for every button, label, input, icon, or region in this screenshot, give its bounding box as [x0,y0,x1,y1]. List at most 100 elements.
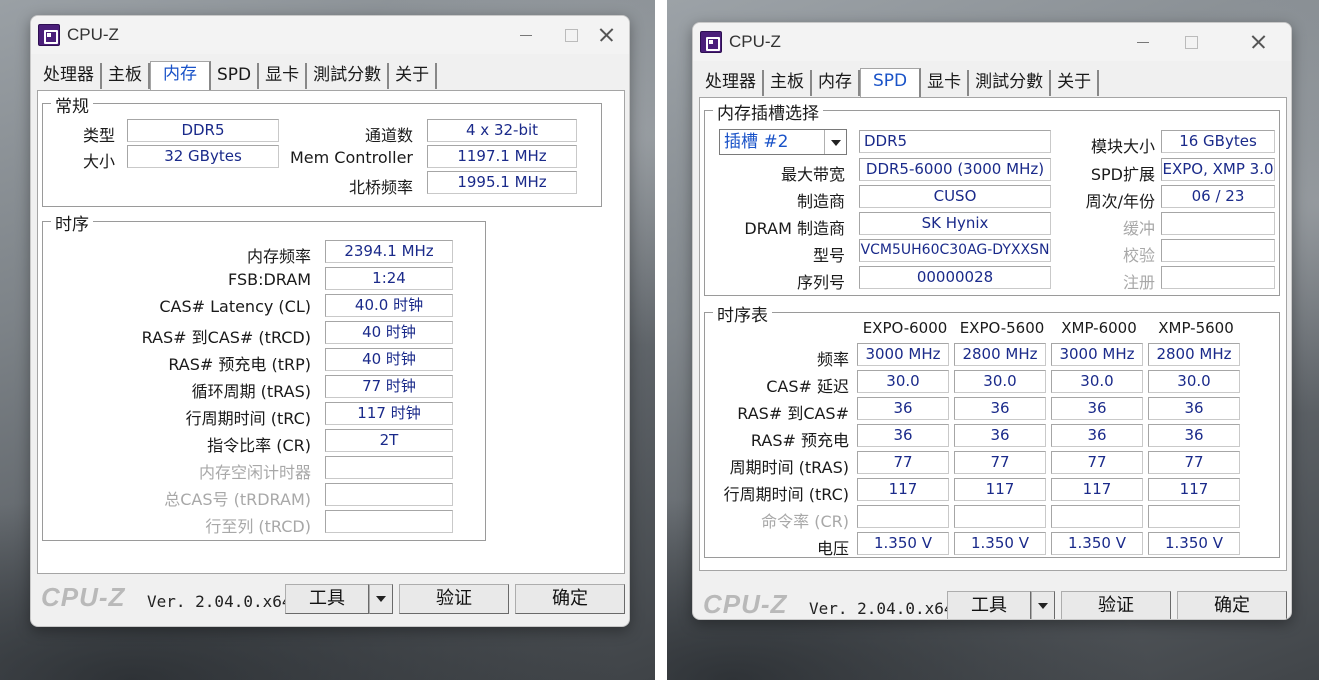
tab-cpu[interactable]: 处理器 [37,63,102,89]
timing-column-header: XMP-5600 [1158,319,1234,337]
timing-cell: 30.0 [1051,370,1143,393]
timing-value: 77 时钟 [325,375,453,398]
timing-row-label: CAS# 延迟 [766,377,849,396]
timing-row-label: 频率 [816,350,849,369]
buffer-value [1161,212,1275,235]
timing-label: 内存频率 [246,247,311,266]
type-value: DDR5 [127,119,279,142]
ok-button[interactable]: 确定 [515,584,625,614]
close-button[interactable] [1238,29,1278,55]
timing-cell: 1.350 V [1148,532,1240,555]
timing-cell: 77 [954,451,1046,474]
timing-cell: 36 [1051,397,1143,420]
timing-label: 行至列 (tRCD) [205,517,311,536]
registered-label: 注册 [1122,273,1155,292]
spd-ext-value: EXPO, XMP 3.0 [1161,158,1275,181]
timings-group-title: 时序 [51,210,93,235]
timing-cell: 3000 MHz [1051,343,1143,366]
northbridge-value: 1995.1 MHz [427,171,577,194]
minimize-button[interactable] [506,22,546,48]
timing-cell: 77 [1148,451,1240,474]
timing-row-label: RAS# 预充电 [750,431,849,450]
chevron-down-icon[interactable] [824,130,846,154]
window-title: CPU-Z [67,25,119,44]
tab-graphics[interactable]: 显卡 [259,63,308,89]
timing-label: 指令比率 (CR) [207,436,311,455]
tab-memory[interactable]: 内存 [812,70,860,96]
slot-select[interactable]: 插槽 #2 [719,129,847,155]
timing-cell: 36 [954,424,1046,447]
timing-cell: 1.350 V [857,532,949,555]
tab-spd[interactable]: SPD [211,63,260,89]
timing-cell: 36 [1051,424,1143,447]
validate-button[interactable]: 验证 [399,584,509,614]
mem-controller-value: 1197.1 MHz [427,145,577,168]
timing-label: RAS# 预充电 (tRP) [168,355,311,374]
version-text: Ver. 2.04.0.x64 [147,592,292,611]
timing-label: 行周期时间 (tRC) [185,409,311,428]
timing-label: FSB:DRAM [228,270,311,289]
slot-selection-title: 内存插槽选择 [713,99,823,124]
tab-bench[interactable]: 測試分數 [307,63,390,89]
timing-cell: 77 [1051,451,1143,474]
timing-row-label: 命令率 (CR) [761,512,849,531]
title-bar[interactable]: CPU-Z [31,16,629,54]
cpuz-app-icon [700,31,722,53]
cpuz-app-icon [38,24,60,46]
tools-button[interactable]: 工具 [285,584,369,614]
minimize-button[interactable] [1123,29,1163,55]
mem-controller-label: Mem Controller [289,148,413,167]
serial-number-label: 序列号 [796,273,845,292]
timing-cell: 36 [857,397,949,420]
tab-about[interactable]: 关于 [389,63,438,89]
title-bar[interactable]: CPU-Z [693,23,1291,61]
slot-select-value: 插槽 #2 [724,132,789,152]
general-group: 常规 类型 DDR5 大小 32 GBytes 通道数 4 x 32-bit M… [42,92,602,207]
timing-cell: 30.0 [857,370,949,393]
maximize-button [1171,29,1211,55]
spd-panel: 内存插槽选择 插槽 #2 DDR5 模块大小 16 GBytes 最大带宽 DD… [699,97,1287,571]
max-bandwidth-label: 最大带宽 [780,165,845,184]
tab-bar: 处理器 主板 内存 SPD 显卡 測試分數 关于 [37,61,438,91]
manufacturer-label: 制造商 [796,192,845,211]
maximize-button [551,22,591,48]
dram-manufacturer-label: DRAM 制造商 [744,219,845,238]
tools-dropdown-icon[interactable] [1031,591,1055,619]
buffer-label: 缓冲 [1122,219,1155,238]
timing-cell: 3000 MHz [857,343,949,366]
tab-mainboard[interactable]: 主板 [764,70,812,96]
cpuz-footer-logo: CPU-Z [703,589,788,619]
tab-spd[interactable]: SPD [860,68,922,98]
timing-row-label: 周期时间 (tRAS) [729,458,849,477]
module-size-label: 模块大小 [1090,137,1155,156]
timing-cell [954,505,1046,528]
tools-dropdown-icon[interactable] [369,584,393,614]
timings-group: 时序 内存频率 2394.1 MHz FSB:DRAM 1:24 CAS# Latenc… [42,210,486,541]
tab-cpu[interactable]: 处理器 [699,70,764,96]
tab-graphics[interactable]: 显卡 [921,70,970,96]
tab-mainboard[interactable]: 主板 [102,63,150,89]
timing-cell: 36 [954,397,1046,420]
spd-type-value: DDR5 [859,130,1051,153]
cpuz-window-memory: CPU-Z 处理器 主板 内存 SPD 显卡 測試分數 关于 常规 类型 DDR… [30,15,630,627]
slot-selection-group: 内存插槽选择 插槽 #2 DDR5 模块大小 16 GBytes 最大带宽 DD… [704,99,1280,296]
max-bandwidth-value: DDR5-6000 (3000 MHz) [859,158,1051,181]
ok-button[interactable]: 确定 [1177,591,1287,619]
close-button[interactable] [586,22,626,48]
timing-cell: 2800 MHz [1148,343,1240,366]
timing-label: CAS# Latency (CL) [159,297,311,316]
tools-button[interactable]: 工具 [947,591,1031,619]
channels-label: 通道数 [364,126,413,145]
timing-value: 2T [325,429,453,452]
timing-cell: 36 [1148,397,1240,420]
timing-cell: 36 [857,424,949,447]
tab-about[interactable]: 关于 [1051,70,1100,96]
tab-bench[interactable]: 測試分數 [969,70,1052,96]
validate-button[interactable]: 验证 [1061,591,1171,619]
tab-memory[interactable]: 内存 [150,61,211,91]
timing-row-label: 电压 [816,539,849,558]
timing-value: 1:24 [325,267,453,290]
timing-table-title: 时序表 [713,301,772,326]
timing-value: 40 时钟 [325,321,453,344]
timing-label: 循环周期 (tRAS) [191,382,311,401]
